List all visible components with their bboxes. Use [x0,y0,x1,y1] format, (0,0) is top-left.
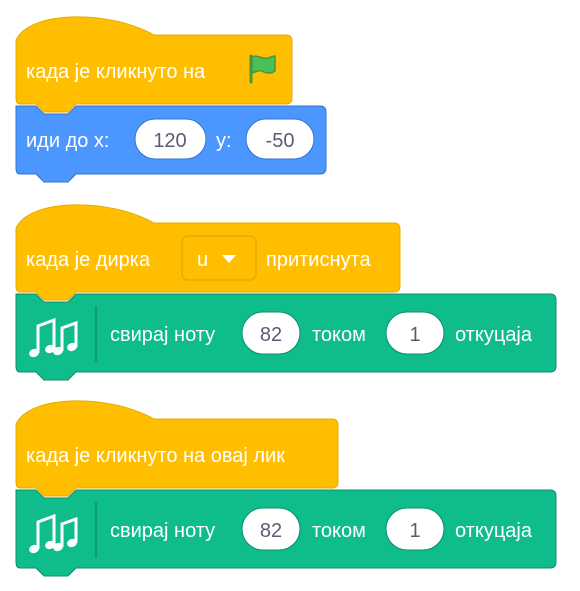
for-label: током [312,324,366,346]
hat-label: када је кликнуто на [26,61,206,83]
beats-label: откуцаја [455,520,533,542]
hat-label: када је кликнуто на овај лик [26,445,285,467]
for-label: током [312,520,366,542]
beats-value: 1 [409,520,420,542]
beats-value: 1 [409,324,420,346]
y-value-input[interactable]: -50 [245,118,315,160]
hat-block-when-flag-clicked[interactable]: када је кликнуто на [15,16,293,113]
y-value: -50 [266,130,295,152]
hat-block-when-sprite-clicked[interactable]: када је кликнуто на овај лик [15,400,339,497]
script-when-key-pressed: када је дирка u притиснута свирај ноту 8… [15,204,557,381]
note-value: 82 [260,324,282,346]
key-value: u [197,249,208,271]
play-note-block[interactable]: свирај ноту 82 током 1 откуцаја [15,489,557,577]
y-label: y: [216,130,232,152]
script-canvas: када је кликнуто на иди до x: 120 y: -50… [15,16,557,577]
note-value-input[interactable]: 82 [241,311,301,355]
note-value: 82 [260,520,282,542]
script-when-sprite-clicked: када је кликнуто на овај лик свирај ноту… [15,400,557,577]
x-value-input[interactable]: 120 [134,118,207,160]
hat-block-when-key-pressed[interactable]: када је дирка u притиснута [15,204,401,301]
x-value: 120 [153,130,186,152]
beats-value-input[interactable]: 1 [385,311,445,355]
hat-label-after: притиснута [266,249,371,271]
note-value-input[interactable]: 82 [241,507,301,551]
beats-label: откуцаја [455,324,533,346]
script-when-flag-clicked: када је кликнуто на иди до x: 120 y: -50 [15,16,327,183]
play-note-label: свирај ноту [110,324,215,346]
beats-value-input[interactable]: 1 [385,507,445,551]
go-to-label: иди до x: [26,130,109,152]
key-dropdown[interactable]: u [181,235,257,281]
play-note-label: свирај ноту [110,520,215,542]
go-to-xy-block[interactable]: иди до x: 120 y: -50 [15,105,327,183]
hat-label-before: када је дирка [26,249,151,271]
play-note-block[interactable]: свирај ноту 82 током 1 откуцаја [15,293,557,381]
